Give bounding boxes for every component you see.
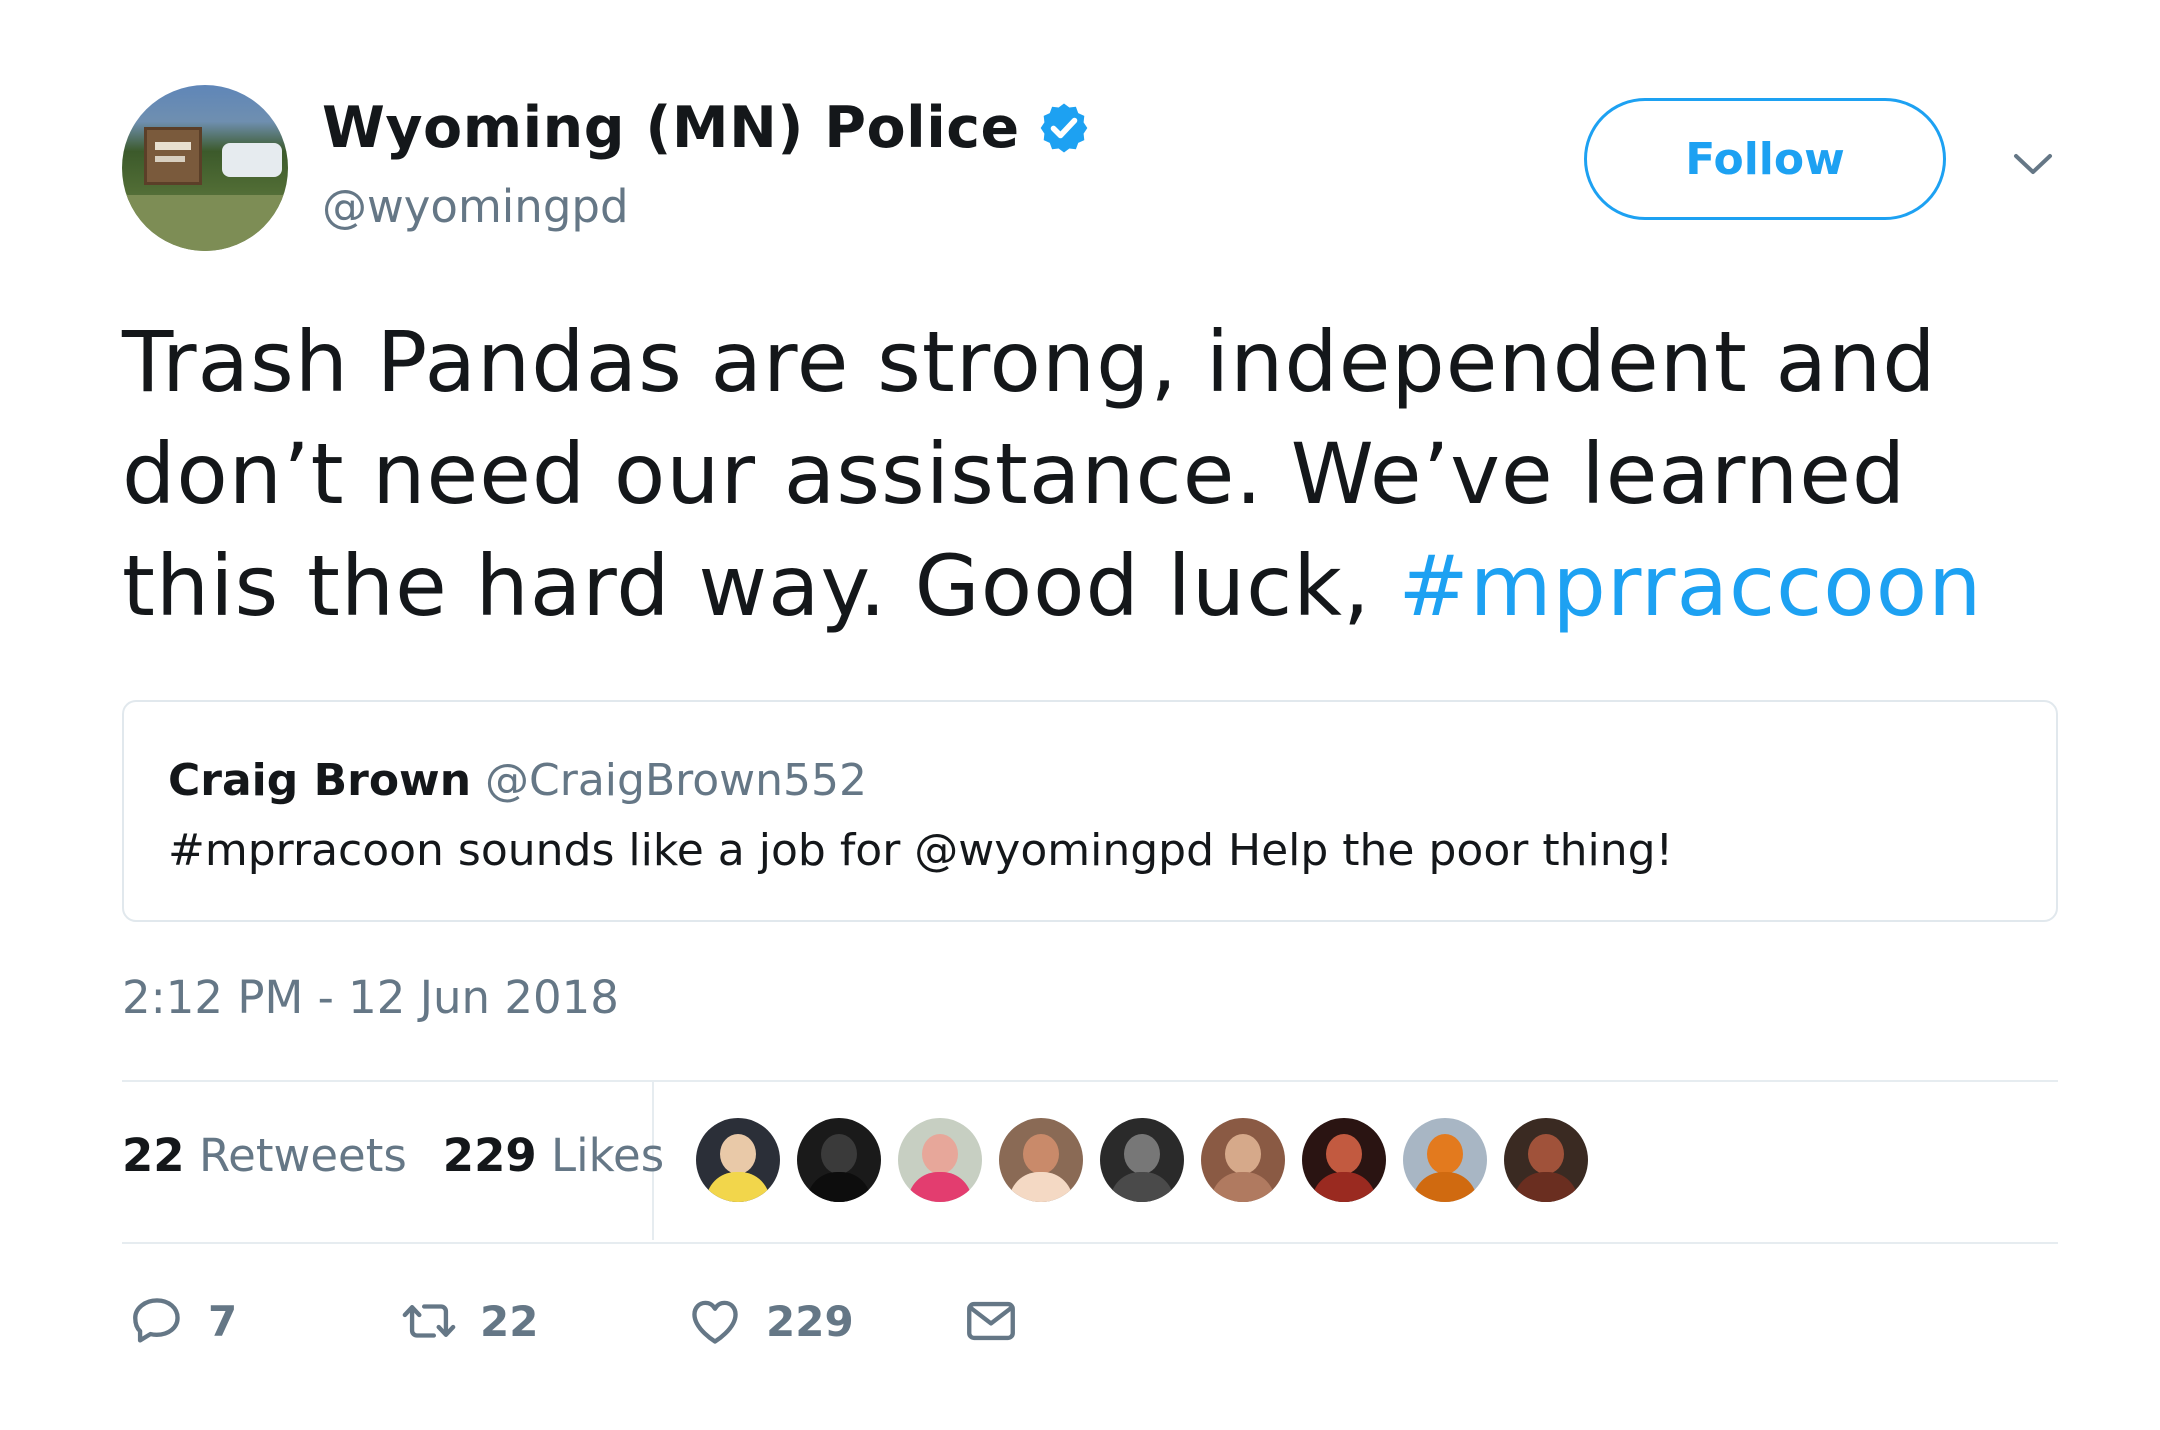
engagement-stats: 22 Retweets 229 Likes <box>122 1128 664 1184</box>
quoted-header: Craig Brown @CraigBrown552 <box>168 754 867 808</box>
author-name[interactable]: Wyoming (MN) Police <box>322 93 1020 163</box>
quoted-author-name: Craig Brown <box>168 755 472 806</box>
liker-avatar[interactable] <box>1403 1118 1487 1202</box>
likes-count: 229 <box>442 1129 537 1182</box>
liker-avatars <box>696 1118 1605 1202</box>
liker-avatar[interactable] <box>1504 1118 1588 1202</box>
author-handle[interactable]: @wyomingpd <box>322 180 629 234</box>
heart-icon <box>692 1300 738 1344</box>
direct-message-button[interactable] <box>962 1288 1020 1354</box>
stats-bottom-divider <box>122 1242 2058 1244</box>
retweets-label: Retweets <box>198 1129 407 1182</box>
liker-avatar[interactable] <box>1201 1118 1285 1202</box>
mail-icon <box>967 1301 1015 1341</box>
chevron-down-icon[interactable] <box>2010 148 2056 178</box>
reply-button[interactable]: 7 <box>128 1288 237 1354</box>
likes-label: Likes <box>551 1129 665 1182</box>
author-avatar[interactable] <box>122 85 288 251</box>
quoted-tweet[interactable]: Craig Brown @CraigBrown552 #mprracoon sou… <box>122 700 2058 922</box>
tweet-card: Wyoming (MN) Police @wyomingpd Follow Tr… <box>0 0 2160 1430</box>
liker-avatar[interactable] <box>898 1118 982 1202</box>
verified-badge-icon <box>1040 103 1088 153</box>
retweet-icon <box>402 1304 456 1338</box>
reply-count: 7 <box>208 1296 238 1346</box>
stats-top-divider <box>122 1080 2058 1082</box>
quoted-text: #mprracoon sounds like a job for @wyomin… <box>168 825 1674 876</box>
liker-avatar[interactable] <box>1100 1118 1184 1202</box>
retweet-count: 22 <box>480 1296 539 1346</box>
likes-stat[interactable]: 229 Likes <box>443 1129 664 1182</box>
like-button[interactable]: 229 <box>686 1288 854 1354</box>
liker-avatar[interactable] <box>1302 1118 1386 1202</box>
tweet-timestamp[interactable]: 2:12 PM - 12 Jun 2018 <box>122 970 619 1026</box>
retweets-stat[interactable]: 22 Retweets <box>122 1129 407 1182</box>
retweet-button[interactable]: 22 <box>400 1288 538 1354</box>
author-name-row: Wyoming (MN) Police <box>322 93 1092 163</box>
reply-icon <box>133 1298 180 1343</box>
hashtag-link[interactable]: #mprraccoon <box>1398 537 1982 635</box>
like-count: 229 <box>766 1296 854 1346</box>
follow-button[interactable]: Follow <box>1584 98 1946 220</box>
retweets-count: 22 <box>122 1129 185 1182</box>
quoted-author-handle: @CraigBrown552 <box>485 755 868 806</box>
tweet-text: Trash Pandas are strong, independent and… <box>122 306 2082 642</box>
liker-avatar[interactable] <box>696 1118 780 1202</box>
liker-avatar[interactable] <box>999 1118 1083 1202</box>
liker-avatar[interactable] <box>797 1118 881 1202</box>
